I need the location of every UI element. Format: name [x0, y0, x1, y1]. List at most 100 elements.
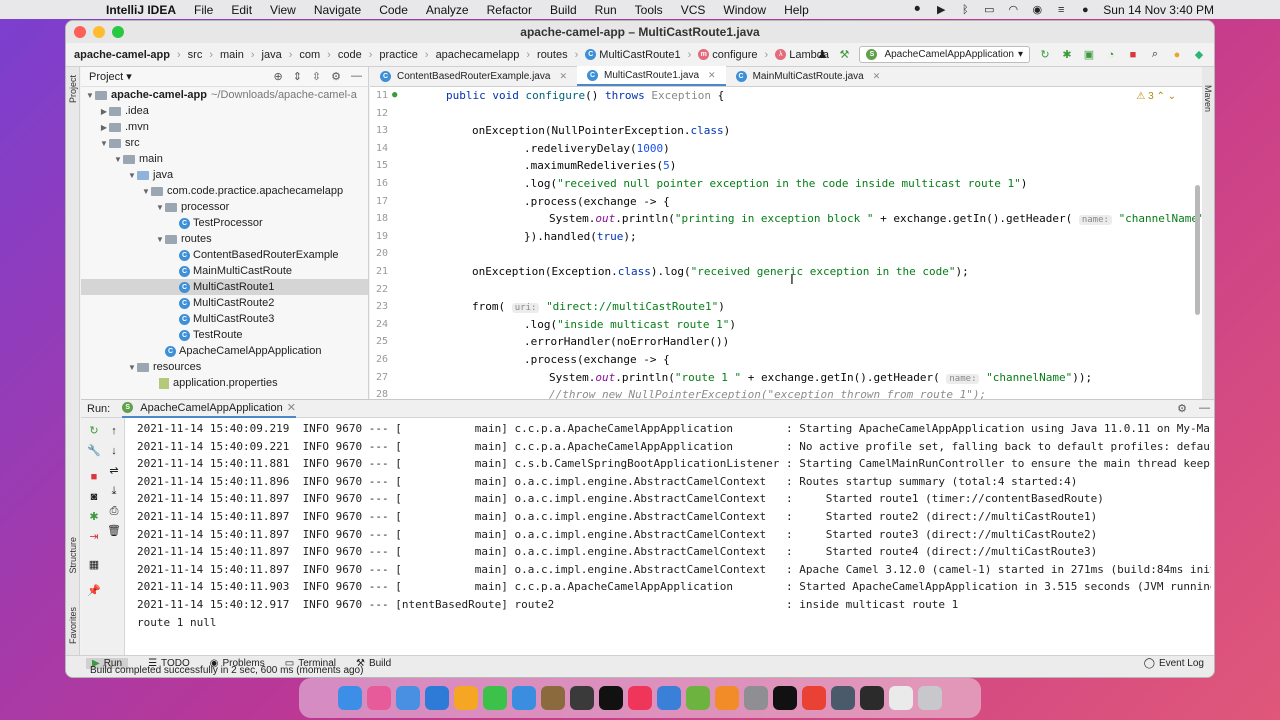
rerun-icon[interactable]: ↻: [1038, 48, 1052, 62]
profile-icon[interactable]: ◔: [1104, 48, 1118, 62]
tab-mainmulticastroute[interactable]: C MainMultiCastRoute.java ✕: [726, 66, 891, 86]
spring-tool-icon[interactable]: [686, 686, 710, 710]
trash-icon[interactable]: [918, 686, 942, 710]
facetime-icon[interactable]: [483, 686, 507, 710]
menu-code[interactable]: Code: [379, 3, 408, 17]
event-log-button[interactable]: ◯ Event Log: [1144, 658, 1204, 669]
tree-node-testroute[interactable]: C TestRoute: [81, 327, 368, 343]
battery-icon[interactable]: ▭: [983, 4, 995, 16]
intellij-icon[interactable]: [773, 686, 797, 710]
menu-run[interactable]: Run: [595, 3, 617, 17]
close-icon[interactable]: ✕: [708, 70, 716, 81]
favorites-tool-label[interactable]: Favorites: [68, 607, 78, 644]
down-arrow-icon[interactable]: ↓: [107, 444, 121, 458]
tree-node-properties[interactable]: application.properties: [81, 375, 368, 391]
update-icon[interactable]: ●: [1170, 48, 1184, 62]
menu-help[interactable]: Help: [784, 3, 809, 17]
breadcrumb-apachecamelapp[interactable]: apachecamelapp: [436, 49, 520, 61]
stop-icon[interactable]: ■: [1126, 48, 1140, 62]
apple-tv-icon[interactable]: [599, 686, 623, 710]
breadcrumb-method[interactable]: m configure: [698, 49, 758, 61]
tab-multicastroute1[interactable]: C MultiCastRoute1.java ✕: [576, 66, 726, 86]
camera-icon[interactable]: ◙: [87, 490, 101, 504]
menu-tools[interactable]: Tools: [635, 3, 663, 17]
finder-icon[interactable]: [338, 686, 362, 710]
rerun-icon[interactable]: ↻: [87, 424, 101, 438]
chevron-down-icon[interactable]: ▼: [155, 235, 165, 244]
safari-icon[interactable]: [512, 686, 536, 710]
xcode-icon[interactable]: [657, 686, 681, 710]
chevron-down-icon[interactable]: ▼: [127, 363, 137, 372]
system-preferences-icon[interactable]: [744, 686, 768, 710]
up-arrow-icon[interactable]: ↑: [107, 424, 121, 438]
tree-node-routes[interactable]: ▼ routes: [81, 231, 368, 247]
tree-node-contentbasedrouter[interactable]: C ContentBasedRouterExample: [81, 247, 368, 263]
hide-icon[interactable]: —: [351, 70, 362, 83]
chevron-down-icon[interactable]: ▼: [99, 139, 109, 148]
chrome-icon[interactable]: [802, 686, 826, 710]
tree-node-main[interactable]: ▼ main: [81, 151, 368, 167]
locate-icon[interactable]: ⊕: [273, 70, 282, 83]
project-tool-label[interactable]: Project: [68, 75, 78, 103]
build-hammer-icon[interactable]: ⚒: [837, 48, 851, 62]
coverage-icon[interactable]: ▣: [1082, 48, 1096, 62]
obs-icon[interactable]: [860, 686, 884, 710]
close-window-button[interactable]: [74, 26, 86, 38]
breadcrumb-project[interactable]: apache-camel-app: [74, 49, 170, 61]
close-icon[interactable]: ✕: [287, 401, 296, 414]
calculator-icon[interactable]: [570, 686, 594, 710]
zoom-window-button[interactable]: [112, 26, 124, 38]
tree-node-java[interactable]: ▼ java: [81, 167, 368, 183]
menu-edit[interactable]: Edit: [231, 3, 252, 17]
tree-node-root[interactable]: ▼ apache-camel-app ~/Downloads/apache-cam…: [81, 87, 368, 103]
expand-all-icon[interactable]: ⇕: [293, 70, 302, 83]
play-icon[interactable]: ▶: [935, 4, 947, 16]
tree-node-mainmulticast[interactable]: C MainMultiCastRoute: [81, 263, 368, 279]
run-configuration-select[interactable]: S ApacheCamelAppApplication ▾: [859, 46, 1030, 63]
stop-icon[interactable]: ■: [87, 470, 101, 484]
chevron-down-icon[interactable]: ▼: [85, 91, 95, 100]
menu-vcs[interactable]: VCS: [681, 3, 706, 17]
close-icon[interactable]: ✕: [873, 71, 881, 82]
menu-view[interactable]: View: [270, 3, 296, 17]
tree-node-testprocessor[interactable]: C TestProcessor: [81, 215, 368, 231]
menu-app-name[interactable]: IntelliJ IDEA: [106, 3, 176, 17]
app-store-icon[interactable]: [425, 686, 449, 710]
run-tab[interactable]: S ApacheCamelAppApplication ✕: [122, 400, 296, 418]
editor-scrollbar[interactable]: [1195, 185, 1200, 315]
menu-build[interactable]: Build: [550, 3, 577, 17]
menu-file[interactable]: File: [194, 3, 213, 17]
collapse-all-icon[interactable]: ⇳: [312, 70, 321, 83]
tree-node-resources[interactable]: ▼ resources: [81, 359, 368, 375]
pin-icon[interactable]: 📌: [87, 584, 101, 598]
menubar-clock[interactable]: Sun 14 Nov 3:40 PM: [1103, 3, 1214, 17]
chevron-right-icon[interactable]: ▶: [99, 107, 109, 116]
chevron-down-icon[interactable]: ▼: [113, 155, 123, 164]
mail-icon[interactable]: [396, 686, 420, 710]
tree-node-processor[interactable]: ▼ processor: [81, 199, 368, 215]
structure-tool-label[interactable]: Structure: [68, 537, 78, 574]
control-center-icon[interactable]: ≡: [1055, 4, 1067, 16]
tree-node-package[interactable]: ▼ com.code.practice.apachecamelapp: [81, 183, 368, 199]
soft-wrap-icon[interactable]: ⇌: [107, 464, 121, 478]
debug-icon[interactable]: ✱: [1060, 48, 1074, 62]
tree-node-mvn[interactable]: ▶ .mvn: [81, 119, 368, 135]
gear-icon[interactable]: ⚙: [331, 70, 341, 83]
menu-navigate[interactable]: Navigate: [314, 3, 361, 17]
close-icon[interactable]: ✕: [559, 71, 567, 82]
hide-icon[interactable]: —: [1199, 402, 1210, 415]
project-view-selector[interactable]: Project ▾: [89, 70, 132, 83]
wrench-icon[interactable]: 🔧: [87, 444, 101, 458]
trash-icon[interactable]: 🗑: [107, 524, 121, 538]
breadcrumb-code[interactable]: code: [338, 49, 362, 61]
breadcrumb-src[interactable]: src: [188, 49, 203, 61]
layout-icon[interactable]: ▦: [87, 558, 101, 572]
minimize-window-button[interactable]: [93, 26, 105, 38]
status-message[interactable]: Build completed successfully in 2 sec, 6…: [90, 665, 363, 676]
breadcrumb-java[interactable]: java: [262, 49, 282, 61]
maven-tool-label[interactable]: Maven: [1203, 85, 1213, 112]
exit-icon[interactable]: ⇥: [87, 530, 101, 544]
tree-node-multicast3[interactable]: C MultiCastRoute3: [81, 311, 368, 327]
debug-icon[interactable]: ✱: [87, 510, 101, 524]
tree-node-src[interactable]: ▼ src: [81, 135, 368, 151]
